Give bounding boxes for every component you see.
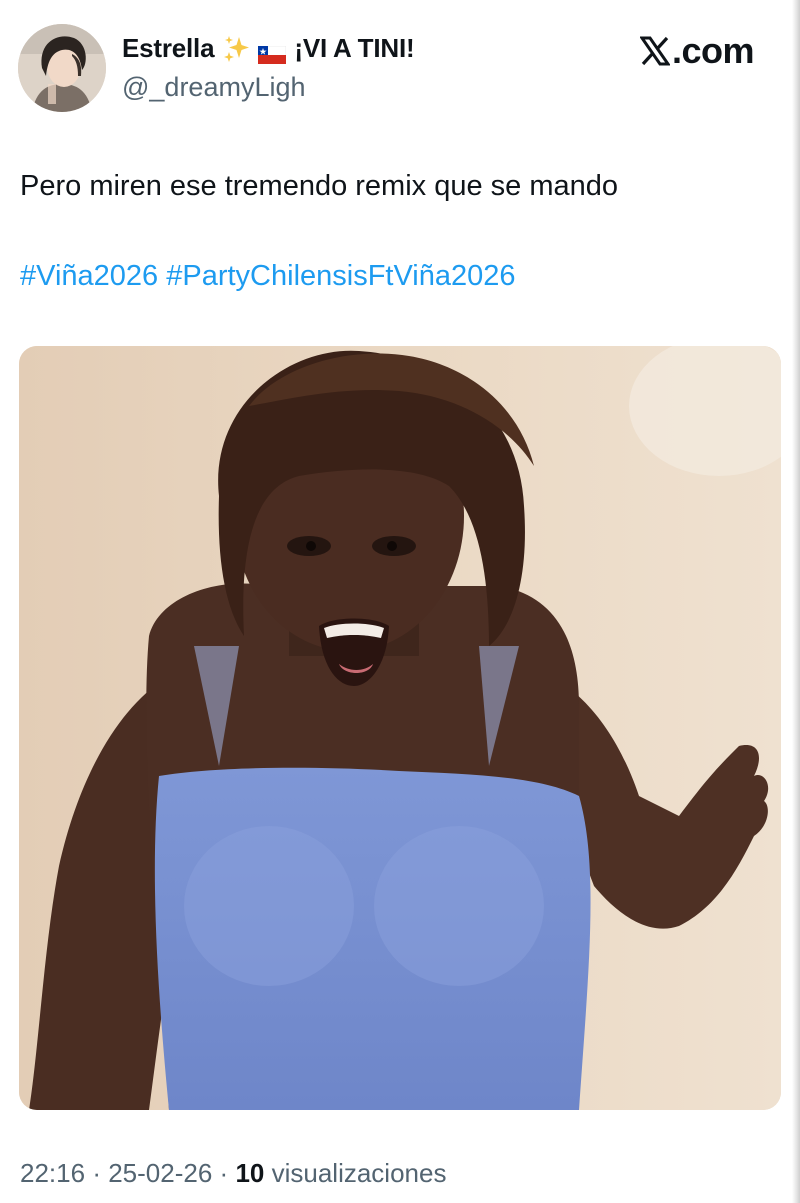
right-edge-shadow <box>792 0 800 1203</box>
author-name-suffix[interactable]: ¡VI A TINI! <box>294 33 414 64</box>
tweet-meta: 22:16 · 25-02-26 · 10 visualizaciones <box>20 1158 446 1189</box>
tweet-text: Pero miren ese tremendo remix que se man… <box>20 170 619 202</box>
hashtag-link[interactable]: #PartyChilensisFtViña2026 <box>166 260 515 292</box>
hashtag-row: #Viña2026 #PartyChilensisFtViña2026 <box>20 258 516 294</box>
avatar-photo <box>18 24 106 112</box>
sparkles-icon <box>222 34 252 64</box>
tweet-date[interactable]: 25-02-26 <box>108 1158 212 1188</box>
chile-flag-icon <box>258 40 287 64</box>
avatar[interactable] <box>18 24 106 112</box>
tweet-media-photo[interactable] <box>19 346 781 1110</box>
author-name-row[interactable]: Estrella ¡VI A TINI! <box>122 33 415 64</box>
tweet-card: Estrella ¡VI A TINI! @_dreamyLigh .com P… <box>0 0 800 1203</box>
tweet-time[interactable]: 22:16 <box>20 1158 85 1188</box>
views-count: 10 <box>235 1158 265 1188</box>
meta-separator: · <box>219 1158 229 1188</box>
views-label: visualizaciones <box>271 1158 447 1188</box>
hashtag-link[interactable]: #Viña2026 <box>20 260 158 292</box>
author-handle[interactable]: @_dreamyLigh <box>122 72 306 103</box>
x-brand-label: .com <box>672 30 755 71</box>
photo-illustration <box>19 346 781 1110</box>
x-brand: .com <box>640 30 755 72</box>
author-display-name[interactable]: Estrella <box>122 33 215 64</box>
x-logo-icon <box>640 36 670 66</box>
meta-separator: · <box>92 1158 101 1188</box>
